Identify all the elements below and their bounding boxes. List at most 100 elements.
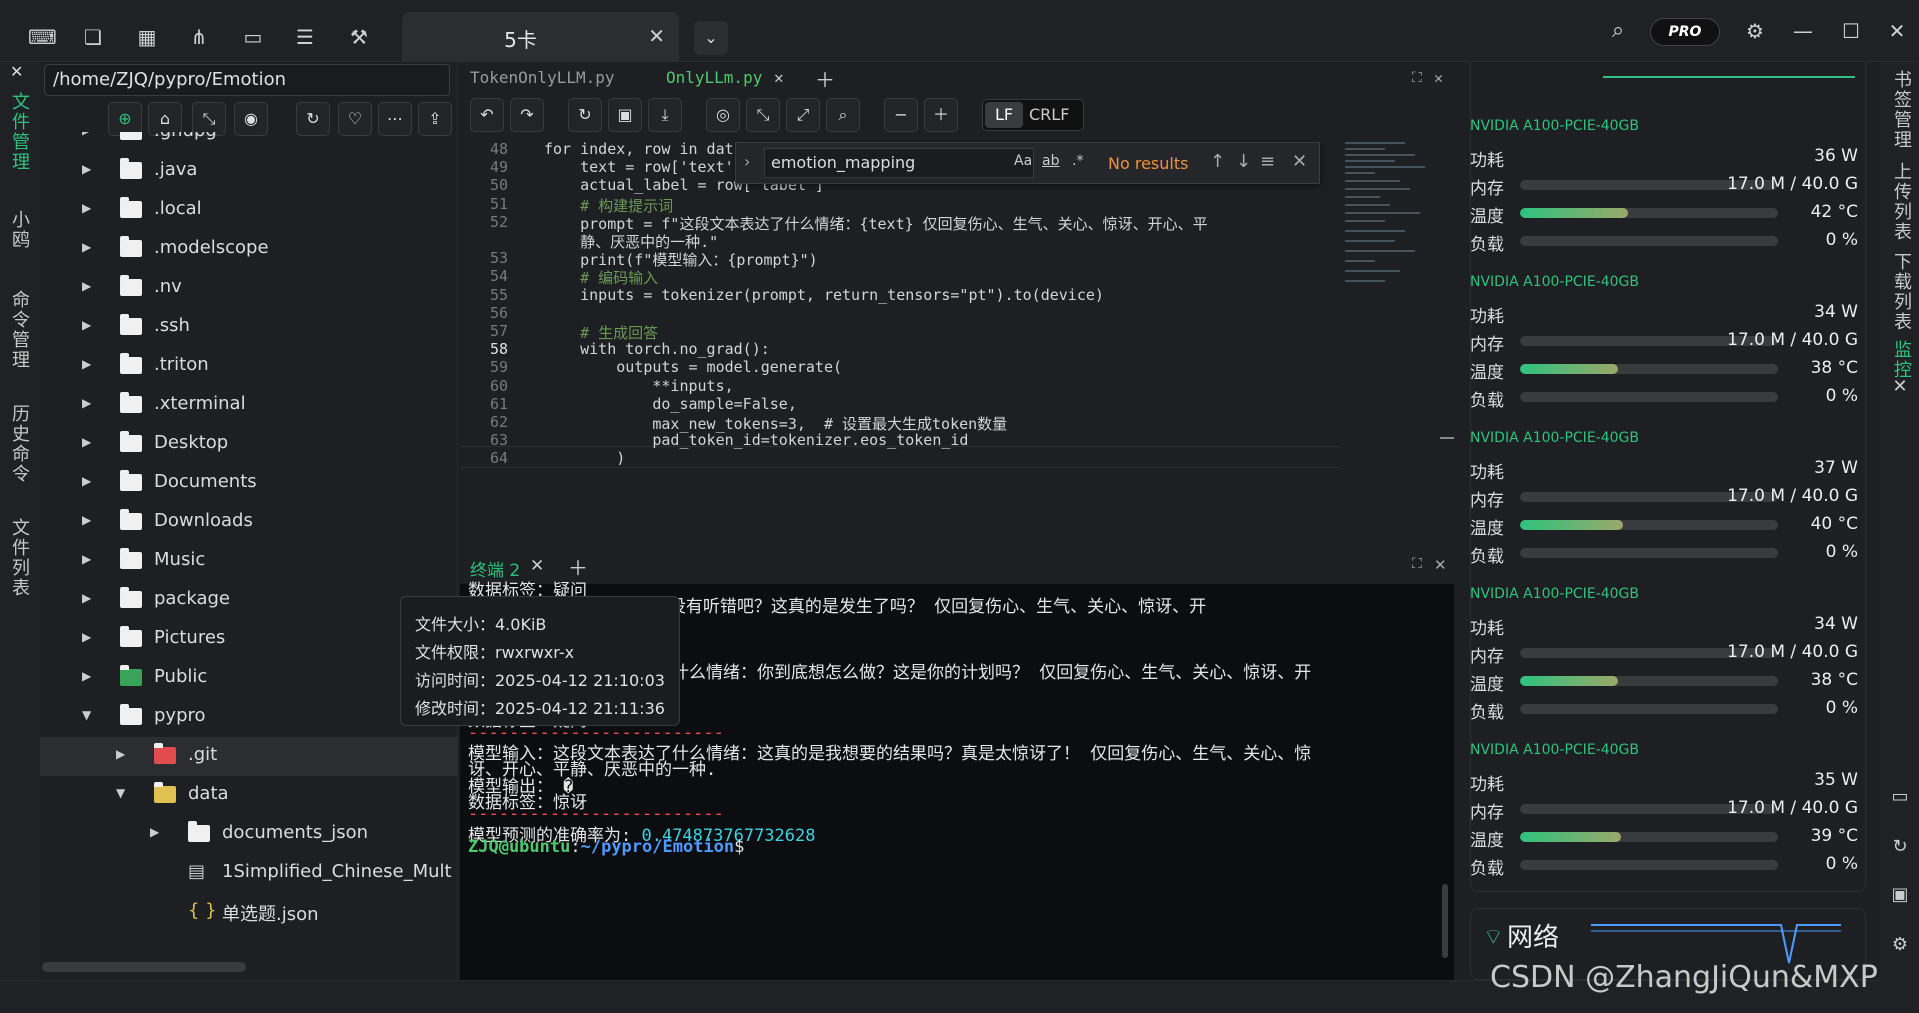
tab-dropdown-button[interactable]: ⌄ [694, 21, 728, 55]
close-icon[interactable]: ✕ [530, 556, 544, 576]
match-case-toggle[interactable]: Aa [1014, 153, 1032, 169]
rail-upload-list[interactable]: 上传列表 [1888, 162, 1914, 242]
chevron-down-icon[interactable]: ▼ [116, 786, 125, 800]
tree-item[interactable]: ▶ documents_json [40, 815, 458, 854]
chevron-right-icon[interactable]: ▶ [82, 357, 91, 371]
terminal-icon[interactable]: ▭ [1889, 786, 1911, 808]
close-panel-icon[interactable]: ✕ [10, 62, 25, 81]
chevron-down-icon[interactable]: ▼ [82, 708, 91, 722]
eol-lf[interactable]: LF [985, 102, 1023, 128]
terminal-scrollbar[interactable] [1442, 884, 1448, 958]
rail-download-list[interactable]: 下载列表 [1888, 252, 1914, 332]
window-close-icon[interactable]: ✕ [1884, 18, 1910, 44]
tree-item[interactable]: ▶ Pictures [40, 620, 458, 659]
tree-item[interactable]: ▶ Public [40, 659, 458, 698]
gear-icon[interactable]: ⚙ [1742, 18, 1768, 44]
shrink-icon[interactable]: ⤡ [746, 98, 780, 132]
tree-item[interactable]: ▼ data [40, 776, 458, 815]
maximize-icon[interactable]: ☐ [1838, 18, 1864, 44]
eye-icon[interactable]: ◉ [234, 102, 268, 136]
reload-icon[interactable]: ↻ [568, 98, 602, 132]
rail-file-manager[interactable]: 文件管理 [6, 92, 32, 172]
refresh-icon[interactable]: ↻ [296, 102, 330, 136]
upload-icon[interactable]: ⇪ [418, 102, 452, 136]
chevron-right-icon[interactable]: ▶ [82, 201, 91, 215]
list-icon[interactable]: ☰ [292, 24, 318, 50]
path-input[interactable]: /home/ZJQ/pypro/Emotion [44, 64, 450, 96]
chevron-right-icon[interactable]: › [744, 152, 750, 171]
rail-bookmarks[interactable]: 书签管理 [1888, 70, 1914, 150]
tree-item[interactable]: ▶ .local [40, 191, 458, 230]
compass-icon[interactable]: ◎ [706, 98, 740, 132]
find-in-selection-icon[interactable]: ≡ [1260, 151, 1275, 172]
save-icon[interactable]: ▣ [608, 98, 642, 132]
tree-item[interactable]: ▤ 1Simplified_Chinese_Mult [40, 854, 458, 893]
arrow-down-icon[interactable]: ↓ [1236, 151, 1251, 172]
chevron-right-icon[interactable]: ▶ [82, 396, 91, 410]
collapse-icon[interactable]: ⤡ [192, 102, 226, 136]
rail-monitor[interactable]: 监控 [1888, 340, 1914, 380]
minimize-icon[interactable]: — [1790, 18, 1816, 44]
rail-xiaoou[interactable]: 小鸥 [6, 210, 32, 250]
tree-item[interactable]: ▶ .gnupg [40, 132, 458, 152]
tree-item[interactable]: ▶ .ssh [40, 308, 458, 347]
tree-item[interactable]: ▶ package [40, 581, 458, 620]
undo-icon[interactable]: ↶ [470, 98, 504, 132]
close-icon[interactable]: ✕ [648, 24, 665, 48]
chevron-right-icon[interactable]: ▶ [82, 474, 91, 488]
chevron-right-icon[interactable]: ▶ [82, 279, 91, 293]
find-input[interactable]: emotion_mapping [764, 148, 1034, 178]
tree-item[interactable]: ▶ Desktop [40, 425, 458, 464]
tree-item[interactable]: ▶ Downloads [40, 503, 458, 542]
chevron-right-icon[interactable]: ▶ [82, 669, 91, 683]
zoom-in-icon[interactable]: ＋ [924, 98, 958, 132]
chevron-right-icon[interactable]: ▶ [82, 552, 91, 566]
wrench-icon[interactable]: ⚒ [346, 24, 372, 50]
download-icon[interactable]: ⤓ [648, 98, 682, 132]
tree-item[interactable]: { } 单选题.json [40, 893, 458, 932]
chevron-right-icon[interactable]: ▶ [82, 591, 91, 605]
close-icon[interactable]: ✕ [1889, 376, 1911, 398]
search-icon[interactable]: ⌕ [1605, 18, 1631, 44]
search-icon[interactable]: ⌕ [826, 98, 860, 132]
session-tab[interactable]: 5卡 ✕ [402, 12, 679, 62]
tree-icon[interactable]: ⋔ [186, 24, 212, 50]
close-icon[interactable]: ✕ [774, 68, 784, 87]
tab-onlyllm[interactable]: OnlyLLm.py [666, 68, 762, 87]
tree-item[interactable]: ▶ Documents [40, 464, 458, 503]
chevron-right-icon[interactable]: ▶ [82, 513, 91, 527]
minimap[interactable] [1345, 140, 1435, 310]
rail-command-manager[interactable]: 命令管理 [6, 290, 32, 370]
whole-word-toggle[interactable]: ab [1042, 153, 1059, 169]
tree-item[interactable]: ▶ .triton [40, 347, 458, 386]
expand-icon[interactable]: ⛶ [1412, 70, 1422, 86]
console-icon[interactable]: ▭ [240, 24, 266, 50]
tree-item[interactable]: ▶ .java [40, 152, 458, 191]
redo-icon[interactable]: ↷ [510, 98, 544, 132]
close-editor-icon[interactable]: ✕ [1434, 69, 1443, 87]
refresh-icon[interactable]: ↻ [1889, 836, 1911, 858]
tree-item[interactable]: ▶ .xterminal [40, 386, 458, 425]
tree-item[interactable]: ▶ .git [40, 737, 458, 776]
tab-tokenonlyllm[interactable]: TokenOnlyLLM.py [470, 68, 615, 87]
chevron-right-icon[interactable]: ▶ [82, 162, 91, 176]
horizontal-scrollbar[interactable] [42, 962, 246, 972]
rail-history[interactable]: 历史命令 [6, 404, 32, 484]
expand-icon[interactable]: ⛶ [1412, 556, 1422, 572]
pro-badge[interactable]: PRO [1650, 18, 1720, 46]
locate-icon[interactable]: ⊕ [108, 102, 142, 136]
chevron-right-icon[interactable]: ▶ [116, 747, 125, 761]
gear-icon[interactable]: ⚙ [1889, 934, 1911, 956]
layout-icon[interactable]: ▦ [134, 24, 160, 50]
terminal-icon[interactable]: ⌨ [28, 24, 57, 50]
save-icon[interactable]: ▣ [1889, 884, 1911, 906]
home-icon[interactable]: ⌂ [148, 102, 182, 136]
rail-file-list[interactable]: 文件列表 [6, 518, 32, 598]
chevron-right-icon[interactable]: ▶ [82, 132, 91, 137]
chevron-right-icon[interactable]: ▶ [82, 240, 91, 254]
enlarge-icon[interactable]: ⤢ [786, 98, 820, 132]
close-terminal-icon[interactable]: ✕ [1434, 556, 1447, 574]
heart-icon[interactable]: ♡ [338, 102, 372, 136]
tree-item[interactable]: ▼ pypro [40, 698, 458, 737]
code-area[interactable]: 48 for index, row in dat 49 text = row['te… [460, 140, 1340, 550]
